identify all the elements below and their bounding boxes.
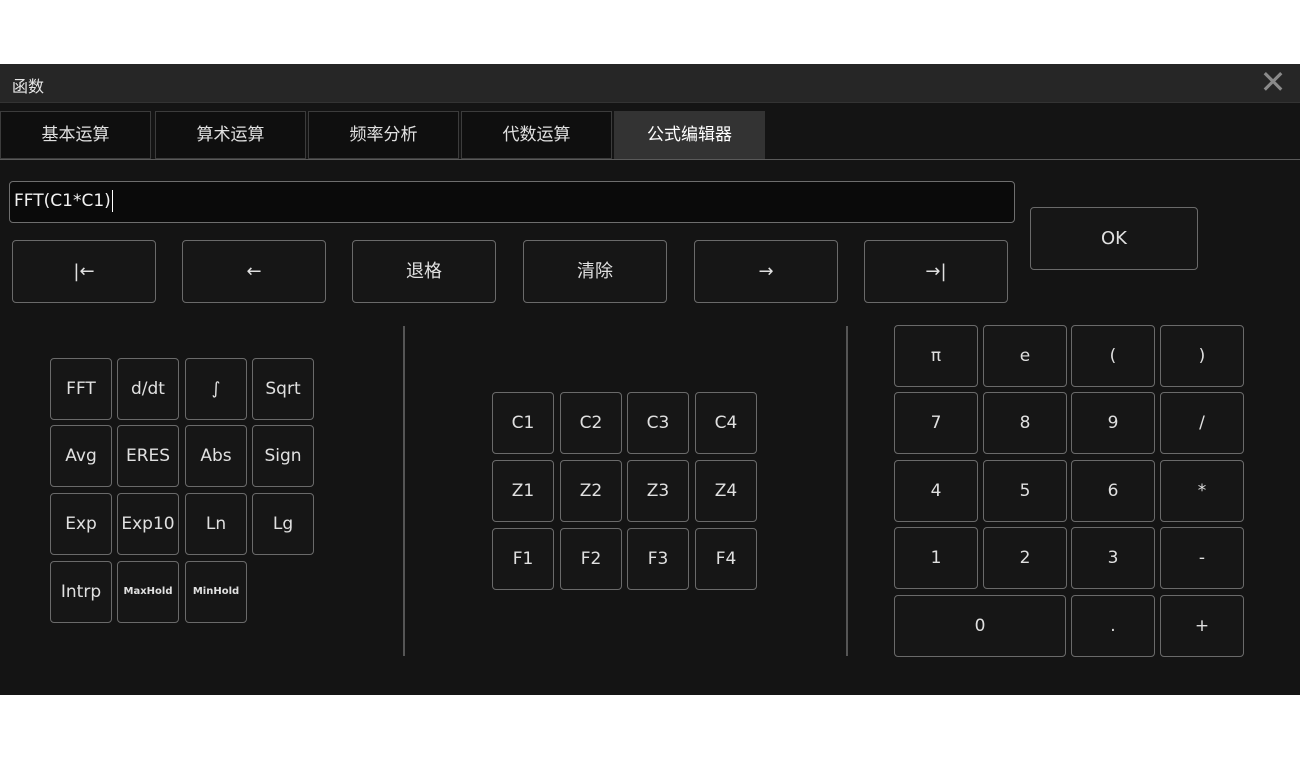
- source-z2-button[interactable]: Z2: [560, 460, 622, 522]
- tab-algebra-ops[interactable]: 代数运算: [461, 111, 612, 159]
- tab-frequency-analysis[interactable]: 频率分析: [308, 111, 459, 159]
- fn-eres-button[interactable]: ERES: [117, 425, 179, 487]
- source-f3-button[interactable]: F3: [627, 528, 689, 590]
- source-f1-button[interactable]: F1: [492, 528, 554, 590]
- fn-maxhold-button[interactable]: MaxHold: [117, 561, 179, 623]
- move-left-button[interactable]: ←: [182, 240, 326, 303]
- fn-sign-button[interactable]: Sign: [252, 425, 314, 487]
- move-to-start-button[interactable]: |←: [12, 240, 156, 303]
- formula-text: FFT(C1*C1): [14, 191, 111, 211]
- key-7-button[interactable]: 7: [894, 392, 978, 454]
- fn-fft-button[interactable]: FFT: [50, 358, 112, 420]
- tab-bar: 基本运算 算术运算 频率分析 代数运算 公式编辑器: [0, 111, 1300, 160]
- key-9-button[interactable]: 9: [1071, 392, 1155, 454]
- key-0-button[interactable]: 0: [894, 595, 1066, 657]
- key-plus-button[interactable]: +: [1160, 595, 1244, 657]
- dialog-title: 函数: [12, 77, 45, 96]
- fn-lg-button[interactable]: Lg: [252, 493, 314, 555]
- source-c4-button[interactable]: C4: [695, 392, 757, 454]
- source-z1-button[interactable]: Z1: [492, 460, 554, 522]
- fn-minhold-button[interactable]: MinHold: [185, 561, 247, 623]
- fn-exp10-button[interactable]: Exp10: [117, 493, 179, 555]
- move-to-end-button[interactable]: →|: [864, 240, 1008, 303]
- fn-derivative-button[interactable]: d/dt: [117, 358, 179, 420]
- key-8-button[interactable]: 8: [983, 392, 1067, 454]
- tab-arithmetic-ops[interactable]: 算术运算: [155, 111, 306, 159]
- key-divide-button[interactable]: /: [1160, 392, 1244, 454]
- key-5-button[interactable]: 5: [983, 460, 1067, 522]
- key-decimal-button[interactable]: .: [1071, 595, 1155, 657]
- key-1-button[interactable]: 1: [894, 527, 978, 589]
- key-multiply-button[interactable]: *: [1160, 460, 1244, 522]
- formula-input[interactable]: FFT(C1*C1): [9, 181, 1015, 223]
- ok-button[interactable]: OK: [1030, 207, 1198, 270]
- tab-basic-ops[interactable]: 基本运算: [0, 111, 151, 159]
- key-minus-button[interactable]: -: [1160, 527, 1244, 589]
- fn-abs-button[interactable]: Abs: [185, 425, 247, 487]
- source-f2-button[interactable]: F2: [560, 528, 622, 590]
- divider-left: [403, 326, 405, 656]
- key-open-paren-button[interactable]: (: [1071, 325, 1155, 387]
- key-4-button[interactable]: 4: [894, 460, 978, 522]
- source-c3-button[interactable]: C3: [627, 392, 689, 454]
- fn-ln-button[interactable]: Ln: [185, 493, 247, 555]
- function-dialog: 函数 ✕ 基本运算 算术运算 频率分析 代数运算 公式编辑器 FFT(C1*C1…: [0, 64, 1300, 695]
- title-bar: 函数 ✕: [0, 64, 1300, 103]
- fn-intrp-button[interactable]: Intrp: [50, 561, 112, 623]
- key-3-button[interactable]: 3: [1071, 527, 1155, 589]
- key-6-button[interactable]: 6: [1071, 460, 1155, 522]
- fn-avg-button[interactable]: Avg: [50, 425, 112, 487]
- source-c2-button[interactable]: C2: [560, 392, 622, 454]
- fn-exp-button[interactable]: Exp: [50, 493, 112, 555]
- key-2-button[interactable]: 2: [983, 527, 1067, 589]
- source-z4-button[interactable]: Z4: [695, 460, 757, 522]
- divider-right: [846, 326, 848, 656]
- key-close-paren-button[interactable]: ): [1160, 325, 1244, 387]
- move-right-button[interactable]: →: [694, 240, 838, 303]
- source-f4-button[interactable]: F4: [695, 528, 757, 590]
- key-pi-button[interactable]: π: [894, 325, 978, 387]
- backspace-button[interactable]: 退格: [352, 240, 496, 303]
- source-c1-button[interactable]: C1: [492, 392, 554, 454]
- source-z3-button[interactable]: Z3: [627, 460, 689, 522]
- key-e-button[interactable]: e: [983, 325, 1067, 387]
- close-icon[interactable]: ✕: [1256, 66, 1290, 99]
- text-caret: [111, 190, 113, 212]
- clear-button[interactable]: 清除: [523, 240, 667, 303]
- tab-formula-editor[interactable]: 公式编辑器: [614, 111, 765, 159]
- fn-sqrt-button[interactable]: Sqrt: [252, 358, 314, 420]
- fn-integral-button[interactable]: ∫: [185, 358, 247, 420]
